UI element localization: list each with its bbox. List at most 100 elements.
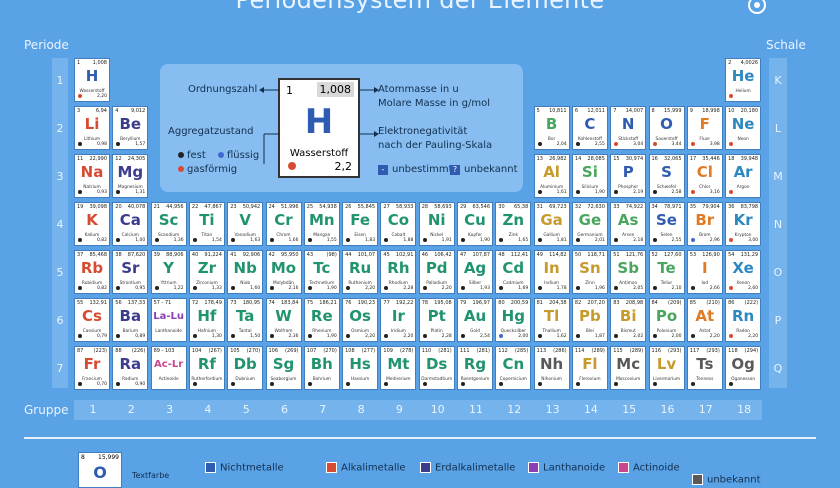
element-cell-k[interactable]: 19 39,098 K Kalium 0,82 xyxy=(74,202,110,246)
element-cell-co[interactable]: 27 58,933 Co Cobalt 1,88 xyxy=(380,202,417,246)
element-cell-bh[interactable]: 107 (270) Bh Bohrium xyxy=(303,346,340,390)
element-cell-rb[interactable]: 37 85,468 Rb Rubidium 0,82 xyxy=(74,250,110,294)
element-cell-si[interactable]: 14 28,085 Si Silicium 1,90 xyxy=(571,154,608,198)
element-cell-ac-lr[interactable]: 89 - 103 Ac-Lr Actinoide xyxy=(150,346,187,390)
element-cell-rg[interactable]: 111 (281) Rg Roentgenium xyxy=(457,346,493,390)
element-cell-ne[interactable]: 10 20,180 Ne Neon xyxy=(725,106,762,150)
element-cell-ru[interactable]: 44 101,07 Ru Ruthenium 2,20 xyxy=(342,250,379,294)
element-cell-os[interactable]: 76 190,23 Os Osmium 2,20 xyxy=(342,298,379,342)
element-cell-ga[interactable]: 31 69,723 Ga Gallium 1,81 xyxy=(533,202,570,246)
element-cell-tc[interactable]: 43 (98) Tc Technetium 1,90 xyxy=(303,250,340,294)
element-cell-p[interactable]: 15 30,974 P Phosphor 2,19 xyxy=(610,154,647,198)
element-cell-cr[interactable]: 24 51,996 Cr Chrom 1,66 xyxy=(265,202,302,246)
element-cell-at[interactable]: 85 (210) At Astat 2,20 xyxy=(686,298,723,342)
element-cell-nb[interactable]: 41 92,906 Nb Niob 1,60 xyxy=(227,250,264,294)
element-cell-i[interactable]: 53 126,90 I Iod 2,66 xyxy=(686,250,723,294)
element-cell-mc[interactable]: 115 (289) Mc Moscovium xyxy=(610,346,647,390)
electronegativity: 0,82 xyxy=(96,286,107,291)
element-cell-ca[interactable]: 20 40,078 Ca Calcium 1,00 xyxy=(112,202,149,246)
atomic-number: 38 xyxy=(115,252,122,258)
element-cell-la-lu[interactable]: 57 - 71 La-Lu Lanthanoide xyxy=(150,298,187,342)
element-cell-c[interactable]: 6 12,011 C Kohlenstoff 2,55 xyxy=(571,106,608,150)
atomic-number: 35 xyxy=(689,204,697,210)
state-dot xyxy=(116,286,121,290)
element-cell-pt[interactable]: 78 195,08 Pt Platin 2,28 xyxy=(418,298,455,342)
element-cell-ba[interactable]: 56 137,33 Ba Barium 0,89 xyxy=(112,298,149,342)
element-cell-ag[interactable]: 47 107,87 Ag Silber 1,93 xyxy=(457,250,493,294)
element-cell-in[interactable]: 49 114,82 In Indium 1,78 xyxy=(533,250,570,294)
atomic-number: 83 xyxy=(613,300,620,306)
element-cell-nh[interactable]: 113 (286) Nh Nihonium xyxy=(533,346,570,390)
element-cell-f[interactable]: 9 18,998 F Fluor 3,98 xyxy=(686,106,723,150)
element-cell-sg[interactable]: 106 (269) Sg Seaborgium xyxy=(265,346,302,390)
element-cell-kr[interactable]: 36 83,798 Kr Krypton 3,00 xyxy=(725,202,762,246)
element-cell-o[interactable]: 8 15,999 O Sauerstoff 3,44 xyxy=(648,106,685,150)
element-cell-pd[interactable]: 46 106,42 Pd Palladium 2,20 xyxy=(418,250,455,294)
element-cell-v[interactable]: 23 50,942 V Vanadium 1,63 xyxy=(227,202,264,246)
element-cell-ts[interactable]: 117 (293) Ts Tenness xyxy=(686,346,723,390)
element-cell-tl[interactable]: 81 204,38 Tl Thallium 1,62 xyxy=(533,298,570,342)
element-cell-ti[interactable]: 22 47,867 Ti Titan 1,54 xyxy=(188,202,225,246)
element-cell-ta[interactable]: 73 180,95 Ta Tantal 1,50 xyxy=(227,298,264,342)
element-cell-li[interactable]: 3 6,94 Li Lithium 0,98 xyxy=(74,106,110,150)
element-cell-cd[interactable]: 48 112,41 Cd Cadmium 1,69 xyxy=(495,250,532,294)
element-cell-rn[interactable]: 86 (222) Rn Radon 2,20 xyxy=(725,298,762,342)
element-cell-lv[interactable]: 116 (293) Lv Livermorium xyxy=(648,346,685,390)
element-cell-h[interactable]: 1 1,008 H Wasserstoff 2,20 xyxy=(74,58,110,102)
element-cell-ge[interactable]: 32 72,630 Ge Germanium 2,01 xyxy=(571,202,608,246)
element-cell-al[interactable]: 13 26,982 Al Aluminium 1,61 xyxy=(533,154,570,198)
element-cell-na[interactable]: 11 22,990 Na Natrium 0,93 xyxy=(74,154,110,198)
element-cell-hg[interactable]: 80 200,59 Hg Quecksilber 2,00 xyxy=(495,298,532,342)
element-cell-pb[interactable]: 82 207,20 Pb Blei 1,87 xyxy=(571,298,608,342)
element-cell-mo[interactable]: 42 95,950 Mo Molybdän 2,16 xyxy=(265,250,302,294)
atomic-mass: (289) xyxy=(591,348,605,354)
element-cell-bi[interactable]: 83 208,98 Bi Bismut 2,02 xyxy=(610,298,647,342)
element-cell-og[interactable]: 118 (294) Og Oganesson xyxy=(725,346,762,390)
element-cell-as[interactable]: 33 74,922 As Arsen 2,18 xyxy=(610,202,647,246)
element-cell-ir[interactable]: 77 192,22 Ir Iridium 2,20 xyxy=(380,298,417,342)
element-cell-b[interactable]: 5 10,811 B Bor 2,04 xyxy=(533,106,570,150)
element-cell-zr[interactable]: 40 91,224 Zr Zirconium 1,33 xyxy=(188,250,225,294)
element-cell-hs[interactable]: 108 (277) Hs Hassium xyxy=(342,346,379,390)
element-cell-mt[interactable]: 109 (278) Mt Meitnerium xyxy=(380,346,417,390)
element-cell-rf[interactable]: 104 (267) Rf Rutherfordium xyxy=(188,346,225,390)
element-cell-rh[interactable]: 45 102,91 Rh Rhodium 2,28 xyxy=(380,250,417,294)
element-cell-sc[interactable]: 21 44,956 Sc Scandium 1,36 xyxy=(150,202,187,246)
element-cell-sb[interactable]: 51 121,76 Sb Antimon 2,05 xyxy=(610,250,647,294)
element-cell-n[interactable]: 7 14,007 N Stickstoff 3,04 xyxy=(610,106,647,150)
element-cell-zn[interactable]: 30 65,38 Zn Zink 1,65 xyxy=(495,202,532,246)
element-cell-ni[interactable]: 28 58,693 Ni Nickel 1,91 xyxy=(418,202,455,246)
element-cell-sr[interactable]: 38 87,620 Sr Strontium 0,95 xyxy=(112,250,149,294)
element-cell-xe[interactable]: 54 131,29 Xe Xenon 2,60 xyxy=(725,250,762,294)
element-cell-fr[interactable]: 87 (223) Fr Francium 0,70 xyxy=(74,346,110,390)
element-cell-he[interactable]: 2 4,0026 He Helium xyxy=(725,58,762,102)
element-cell-mn[interactable]: 25 54,938 Mn Mangan 1,55 xyxy=(303,202,340,246)
element-cell-be[interactable]: 4 9,012 Be Beryllium 1,57 xyxy=(112,106,149,150)
element-cell-fe[interactable]: 26 55,845 Fe Eisen 1,83 xyxy=(342,202,379,246)
element-cell-sn[interactable]: 50 118,71 Sn Zinn 1,96 xyxy=(571,250,608,294)
element-cell-ds[interactable]: 110 (281) Ds Darmstadtium xyxy=(418,346,455,390)
element-cell-au[interactable]: 79 196,97 Au Gold 2,54 xyxy=(457,298,493,342)
element-cell-cn[interactable]: 112 (285) Cn Copernicium xyxy=(495,346,532,390)
element-cell-w[interactable]: 74 183,84 W Wolfram 2,36 xyxy=(265,298,302,342)
element-cell-db[interactable]: 105 (270) Db Dubnium xyxy=(227,346,264,390)
element-cell-y[interactable]: 39 88,906 Y Yttrium 1,22 xyxy=(150,250,187,294)
element-cell-hf[interactable]: 72 178,49 Hf Hafnium 1,30 xyxy=(188,298,225,342)
element-cell-fl[interactable]: 114 (289) Fl Flerovium xyxy=(571,346,608,390)
element-cell-cs[interactable]: 55 132,91 Cs Caesium 0,79 xyxy=(74,298,110,342)
element-cell-cl[interactable]: 17 35,446 Cl Chlor 3,16 xyxy=(686,154,723,198)
footer-legend-alkalimetalle: Alkalimetalle xyxy=(326,462,406,474)
element-cell-cu[interactable]: 29 63,546 Cu Kupfer 1,90 xyxy=(457,202,493,246)
state-dot xyxy=(307,286,312,290)
state-dot xyxy=(690,238,695,242)
element-cell-mg[interactable]: 12 24,305 Mg Magnesium 1,31 xyxy=(112,154,149,198)
element-cell-ar[interactable]: 18 39,948 Ar Argon xyxy=(725,154,762,198)
element-cell-ra[interactable]: 88 (226) Ra Radium 0,90 xyxy=(112,346,149,390)
electronegativity: 1,54 xyxy=(211,238,222,243)
element-cell-se[interactable]: 34 78,971 Se Selen 2,55 xyxy=(648,202,685,246)
element-cell-po[interactable]: 84 (209) Po Polonium 2,00 xyxy=(648,298,685,342)
element-cell-te[interactable]: 52 127,60 Te Tellur 2,10 xyxy=(648,250,685,294)
element-cell-br[interactable]: 35 79,904 Br Brom 2,96 xyxy=(686,202,723,246)
element-cell-re[interactable]: 75 186,21 Re Rhenium 1,90 xyxy=(303,298,340,342)
element-cell-s[interactable]: 16 32,065 S Schwefel 2,58 xyxy=(648,154,685,198)
